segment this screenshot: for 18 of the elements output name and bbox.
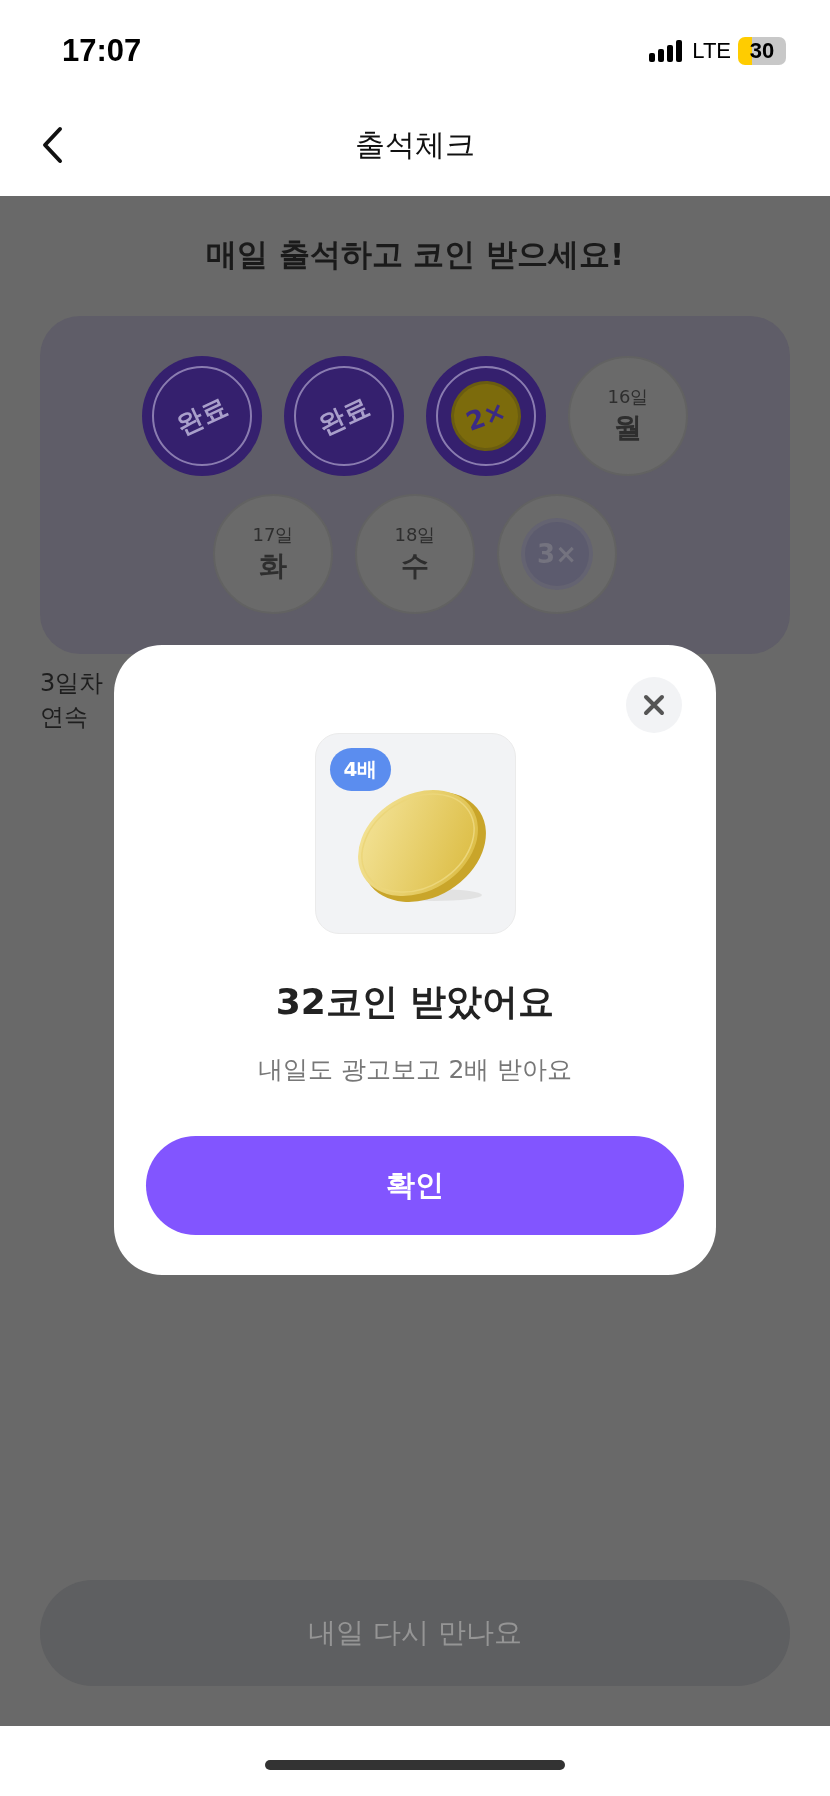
status-time: 17:07 bbox=[62, 32, 142, 69]
attendance-heading: 매일 출석하고 코인 받으세요! bbox=[204, 235, 626, 274]
day-circle: 18일 수 bbox=[355, 494, 475, 614]
note-text: 연속 bbox=[40, 702, 88, 733]
completed-day-stamp: 완료 bbox=[142, 356, 262, 476]
note-text: 3일차 bbox=[40, 668, 104, 699]
screen-title: 출석체크 bbox=[355, 126, 475, 164]
multiplier-badge: 4배 bbox=[329, 748, 392, 791]
dialog-subtitle: 내일도 광고보고 2배 받아요 bbox=[257, 1054, 573, 1086]
close-icon bbox=[643, 694, 665, 716]
close-button[interactable] bbox=[626, 677, 682, 733]
day-circle: 17일 화 bbox=[213, 494, 333, 614]
network-label: LTE bbox=[692, 37, 731, 64]
day-circle: 16일 월 bbox=[568, 356, 688, 476]
completed-day-stamp: 완료 bbox=[284, 356, 404, 476]
confirm-button[interactable]: 확인 bbox=[146, 1136, 684, 1235]
dialog-title: 32코인 받았어요 bbox=[275, 980, 555, 1024]
back-button[interactable] bbox=[40, 125, 64, 165]
